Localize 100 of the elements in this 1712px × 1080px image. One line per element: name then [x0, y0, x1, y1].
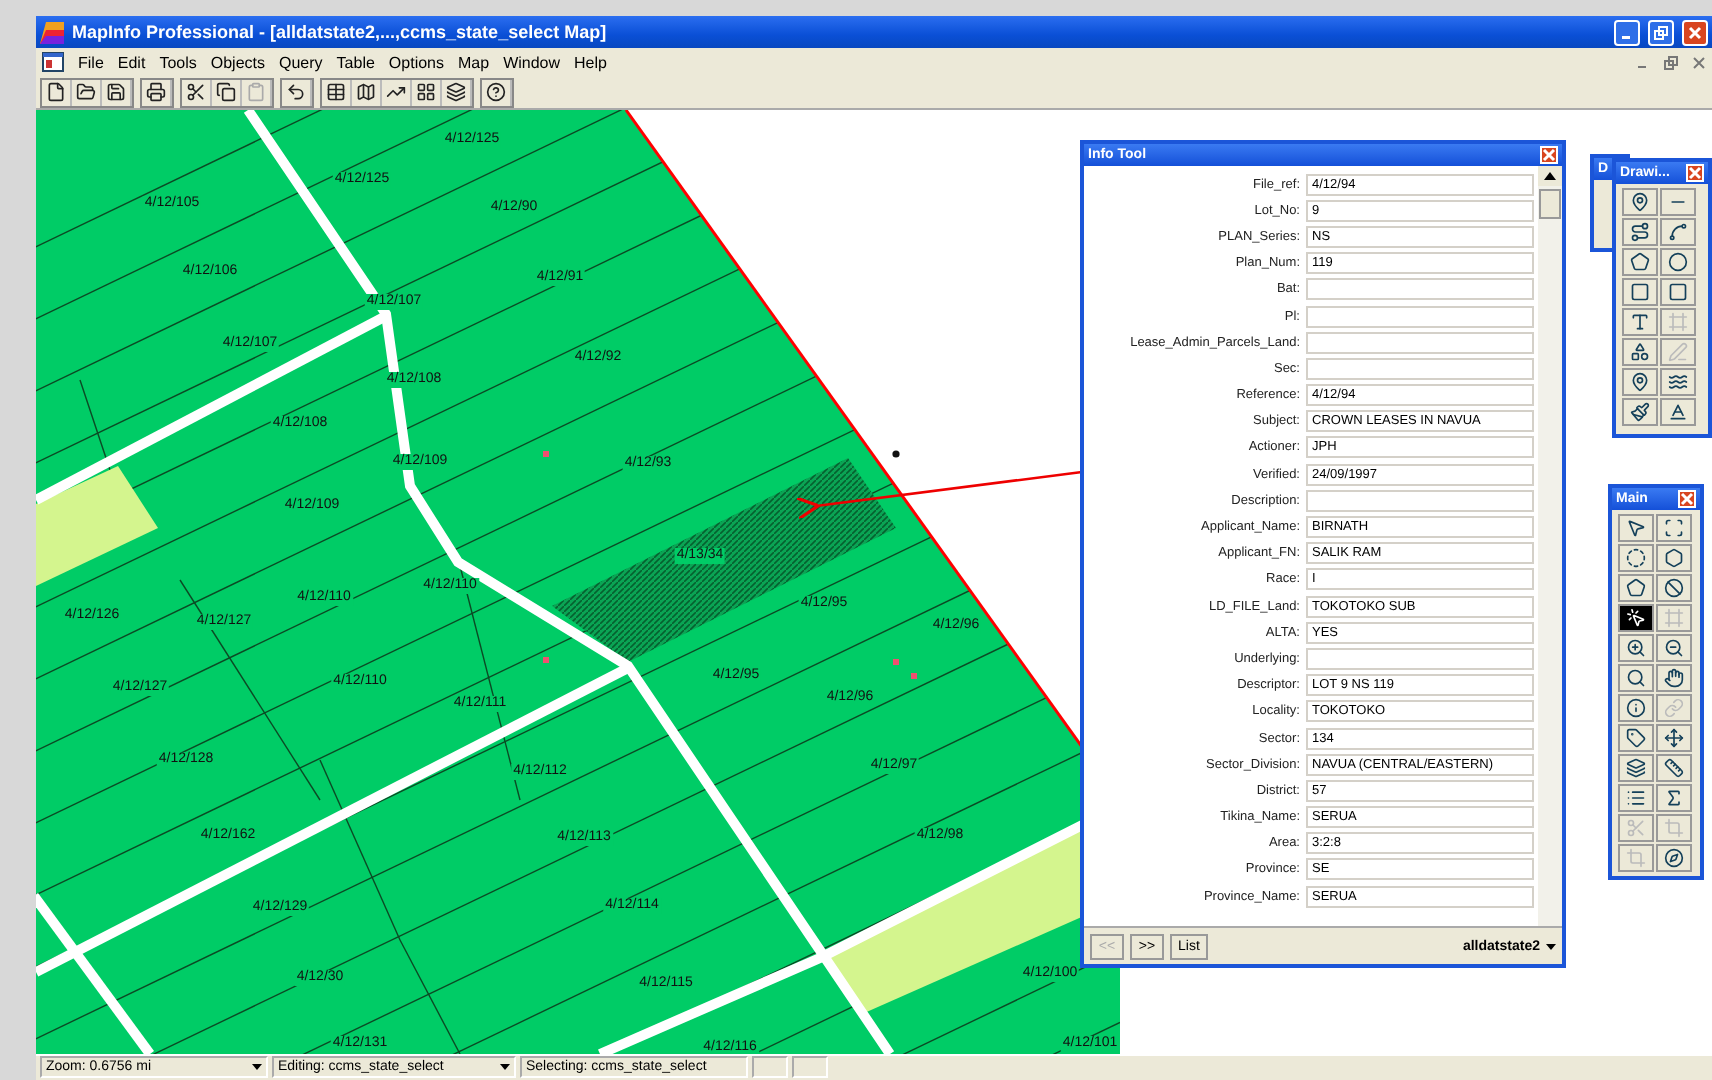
tool-button[interactable] [1660, 398, 1696, 426]
tool-button[interactable] [1622, 248, 1658, 276]
tag-icon [1626, 728, 1646, 748]
menu-item[interactable]: Query [279, 53, 323, 71]
tool-button[interactable] [1622, 338, 1658, 366]
toolbar-button[interactable] [182, 79, 212, 105]
zoom-out-icon [1664, 638, 1684, 658]
tool-button[interactable] [1660, 218, 1696, 246]
chart-icon [386, 82, 406, 102]
toolbar-button[interactable] [442, 79, 472, 105]
tool-button[interactable] [1618, 604, 1654, 632]
restore-icon [1654, 25, 1668, 39]
menu-item[interactable]: File [78, 53, 104, 71]
tool-button[interactable] [1618, 514, 1654, 542]
tool-button[interactable] [1618, 784, 1654, 812]
pen-icon [1668, 342, 1688, 362]
menu-item[interactable]: Map [458, 53, 490, 71]
tool-button[interactable] [1622, 368, 1658, 396]
link-icon [1664, 698, 1684, 718]
tool-button[interactable] [1618, 724, 1654, 752]
tool-button[interactable] [1656, 844, 1692, 872]
tool-button[interactable] [1622, 308, 1658, 336]
new-document-icon [46, 82, 66, 102]
folder-icon [76, 82, 96, 102]
tool-button[interactable] [1622, 278, 1658, 306]
close-button[interactable] [1686, 164, 1704, 182]
dropdown-arrow-icon[interactable] [252, 1064, 262, 1070]
tool-button[interactable] [1660, 278, 1696, 306]
menu-item[interactable]: Edit [117, 53, 146, 71]
toolbar-button[interactable] [322, 79, 352, 105]
zoom-in-icon [1626, 638, 1646, 658]
tool-button[interactable] [1656, 784, 1692, 812]
move-icon [1664, 728, 1684, 748]
menu-item[interactable]: Table [336, 53, 375, 71]
toolbar-button[interactable] [382, 79, 412, 105]
restore-icon[interactable] [1664, 55, 1678, 69]
marquee-icon [1664, 518, 1684, 538]
search-icon [1626, 668, 1646, 688]
close-button[interactable] [1682, 19, 1708, 45]
tool-button[interactable] [1660, 248, 1696, 276]
compass-icon [1664, 848, 1684, 868]
tool-button[interactable] [1656, 544, 1692, 572]
layers-icon [446, 82, 466, 102]
polyline-icon [1630, 222, 1650, 242]
tool-button[interactable] [1618, 694, 1654, 722]
tool-button[interactable] [1656, 514, 1692, 542]
menu-item[interactable]: Tools [159, 53, 197, 71]
tool-button[interactable] [1656, 664, 1692, 692]
menu-item[interactable]: Window [503, 53, 561, 71]
dropdown-arrow-icon[interactable] [1546, 943, 1556, 949]
help-icon [486, 82, 506, 102]
tool-button[interactable] [1618, 634, 1654, 662]
close-button[interactable] [1540, 146, 1558, 164]
tool-button[interactable] [1656, 724, 1692, 752]
tool-button[interactable] [1618, 754, 1654, 782]
tool-button[interactable] [1618, 544, 1654, 572]
tool-button[interactable] [1656, 634, 1692, 662]
toolbar-button[interactable] [72, 79, 102, 105]
restore-button[interactable] [1648, 19, 1674, 45]
toolbar-button[interactable] [412, 79, 442, 105]
hand-icon [1664, 668, 1684, 688]
dropdown-arrow-icon[interactable] [500, 1064, 510, 1070]
toolbar-button[interactable] [212, 79, 242, 105]
toolbar-button[interactable] [352, 79, 382, 105]
printer-icon [146, 82, 166, 102]
tool-button[interactable] [1622, 188, 1658, 216]
scissors-icon [186, 82, 206, 102]
tool-button[interactable] [1622, 398, 1658, 426]
frame-icon [1664, 608, 1684, 628]
window-title: MapInfo Professional - [alldatstate2,...,ccms_state_select Map] [72, 22, 609, 42]
layout-icon [416, 82, 436, 102]
rectangle-icon [1630, 282, 1650, 302]
ellipse-icon [1668, 252, 1688, 272]
tool-button[interactable] [1656, 754, 1692, 782]
menu-item[interactable]: Help [574, 53, 607, 71]
menu-item[interactable]: Objects [210, 53, 265, 71]
tool-button[interactable] [1656, 574, 1692, 602]
tool-button[interactable] [1618, 664, 1654, 692]
polygon-icon [1630, 252, 1650, 272]
info-icon [1626, 698, 1646, 718]
minimize-button[interactable] [1614, 19, 1640, 45]
menu-item[interactable]: Options [388, 53, 444, 71]
toolbar-button[interactable] [42, 79, 72, 105]
crop-icon [1664, 818, 1684, 838]
close-icon[interactable] [1692, 55, 1706, 69]
close-icon [1688, 25, 1702, 39]
crop-icon [1626, 848, 1646, 868]
toolbar-button[interactable] [102, 79, 132, 105]
tool-button[interactable] [1622, 218, 1658, 246]
close-icon [1680, 492, 1694, 506]
tool-button[interactable] [1660, 368, 1696, 396]
scissors-icon [1626, 818, 1646, 838]
scrollbar[interactable] [1538, 166, 1562, 926]
close-button[interactable] [1678, 490, 1696, 508]
letter-icon [1630, 312, 1650, 332]
undo-icon [286, 82, 306, 102]
close-icon [1542, 148, 1556, 162]
save-icon [106, 82, 126, 102]
document-window-icon[interactable] [42, 52, 64, 72]
tool-button[interactable] [1618, 574, 1654, 602]
